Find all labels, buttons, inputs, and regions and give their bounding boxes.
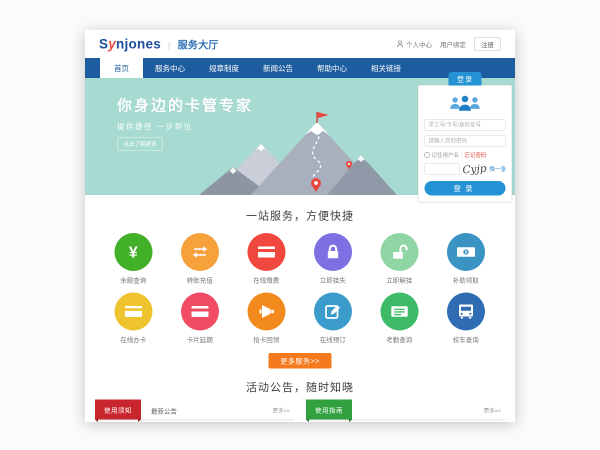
services-section: 一站服务，方便快捷 ¥ 余额查询 转账充值 在线缴费 立即挂失 立即解挂 <box>85 195 515 369</box>
service-transfer-recharge[interactable]: 转账充值 <box>167 233 234 285</box>
remember-checkbox[interactable] <box>425 153 430 158</box>
logo-text: njones <box>116 36 161 51</box>
attendance-icon <box>389 302 409 322</box>
lock-icon <box>323 242 343 262</box>
register-button[interactable]: 注册 <box>474 37 501 51</box>
website-mockup: Synjones|服务大厅 个人中心 用户绑定 注册 首页 服务中心 规章制度 … <box>85 30 515 422</box>
transfer-icon <box>190 242 210 262</box>
service-label: 卡片延期 <box>187 335 213 345</box>
flag-icon <box>318 112 329 118</box>
bus-icon <box>456 302 476 322</box>
service-subsidy-collect[interactable]: 补助领取 <box>433 233 500 285</box>
username-input[interactable] <box>425 119 506 131</box>
hero-cta-button[interactable]: 点击了解更多 <box>117 138 163 151</box>
service-attendance-inquiry[interactable]: 考勤查询 <box>366 293 433 345</box>
service-label: 考勤查询 <box>386 335 412 345</box>
banknote-icon <box>456 242 476 262</box>
service-label: 拾卡回领 <box>253 335 279 345</box>
guide-panel: 使用指南 更多>> <box>306 402 505 423</box>
personal-center-label: 个人中心 <box>406 39 432 49</box>
service-report-loss[interactable]: 立即挂失 <box>300 233 367 285</box>
flag-pole <box>316 112 317 123</box>
service-balance-inquiry[interactable]: ¥ 余额查询 <box>100 233 167 285</box>
service-online-booking[interactable]: 在线预订 <box>300 293 367 345</box>
service-online-payment[interactable]: 在线缴费 <box>233 233 300 285</box>
nav-item-news[interactable]: 新闻公告 <box>251 58 305 78</box>
personal-center-link[interactable]: 个人中心 <box>396 39 432 49</box>
services-title: 一站服务，方便快捷 <box>85 207 515 223</box>
nav-item-help[interactable]: 帮助中心 <box>305 58 359 78</box>
service-cancel-loss[interactable]: 立即解挂 <box>366 233 433 285</box>
nav-item-links[interactable]: 相关链接 <box>359 58 413 78</box>
announcements-section: 活动公告，随时知晓 使用须知 最新公告 更多>> 使用指南 更多>> <box>85 379 515 423</box>
portal-name: 服务大厅 <box>178 40 219 51</box>
services-row-1: ¥ 余额查询 转账充值 在线缴费 立即挂失 立即解挂 补助领取 <box>100 233 500 285</box>
user-binding-link[interactable]: 用户绑定 <box>440 39 466 49</box>
divider: | <box>461 152 462 158</box>
more-services-button[interactable]: 更多服务>> <box>269 353 332 369</box>
tab-usage-guide[interactable]: 使用指南 <box>306 400 352 420</box>
captcha-input[interactable] <box>425 163 460 175</box>
nav-item-home[interactable]: 首页 <box>100 58 143 78</box>
service-card-renewal[interactable]: 卡片延期 <box>167 293 234 345</box>
service-label: 校车查询 <box>453 335 479 345</box>
login-button[interactable]: 登录 <box>425 181 506 196</box>
service-school-bus-inquiry[interactable]: 校车查询 <box>433 293 500 345</box>
card-pay-icon <box>256 242 276 262</box>
mountain-illustration <box>199 110 399 195</box>
login-tab[interactable]: 登录 <box>449 72 482 86</box>
service-label: 在线办卡 <box>120 335 146 345</box>
service-online-card-apply[interactable]: 在线办卡 <box>100 293 167 345</box>
service-label: 在线预订 <box>320 335 346 345</box>
service-label: 立即挂失 <box>320 275 346 285</box>
captcha-image[interactable]: Cyjp <box>462 162 487 176</box>
tab-latest-announcements[interactable]: 最新公告 <box>151 406 177 416</box>
service-label: 在线缴费 <box>253 275 279 285</box>
megaphone-icon <box>256 302 276 322</box>
top-header: Synjones | 服务大厅 个人中心 用户绑定 注册 <box>85 30 515 58</box>
logo[interactable]: Synjones | 服务大厅 <box>99 36 219 52</box>
users-icon <box>447 94 483 114</box>
captcha-refresh-link[interactable]: 换一张 <box>489 165 506 173</box>
logo-accent: y <box>108 36 116 51</box>
service-label: 余额查询 <box>120 275 146 285</box>
service-label: 补助领取 <box>453 275 479 285</box>
more-notices-link[interactable]: 更多>> <box>273 407 290 415</box>
nav-item-rules[interactable]: 规章制度 <box>197 58 251 78</box>
guide-list-area <box>306 420 505 422</box>
services-row-2: 在线办卡 卡片延期 拾卡回领 在线预订 考勤查询 校车查询 <box>100 293 500 345</box>
person-icon <box>396 40 404 48</box>
edit-icon <box>323 302 343 322</box>
service-found-card-claim[interactable]: 拾卡回领 <box>233 293 300 345</box>
tab-usage-notice[interactable]: 使用须知 <box>95 400 141 420</box>
forgot-password-link[interactable]: 忘记密码 <box>464 151 486 159</box>
nav-item-service-center[interactable]: 服务中心 <box>143 58 197 78</box>
service-label: 转账充值 <box>187 275 213 285</box>
logo-text: S <box>99 36 108 51</box>
card-new-icon <box>123 302 143 322</box>
service-label: 立即解挂 <box>386 275 412 285</box>
user-binding-label: 用户绑定 <box>440 39 466 49</box>
card-renew-icon <box>190 302 210 322</box>
remember-label: 记住用户名 <box>432 151 460 159</box>
hero-banner: 你身边的卡管专家 提供捷径 一步到位 点击了解更多 登录 <box>85 78 515 195</box>
yen-icon: ¥ <box>129 243 138 262</box>
unlock-icon <box>389 242 409 262</box>
more-guides-link[interactable]: 更多>> <box>484 407 501 415</box>
divider: | <box>168 40 171 50</box>
notice-panel: 使用须知 最新公告 更多>> <box>95 402 294 423</box>
announcements-title: 活动公告，随时知晓 <box>85 379 515 395</box>
notice-list-area <box>95 420 294 422</box>
password-input[interactable] <box>425 135 506 147</box>
login-panel: 登录 记住用户名 | 忘记密码 Cyjp 换一张 <box>418 72 512 202</box>
